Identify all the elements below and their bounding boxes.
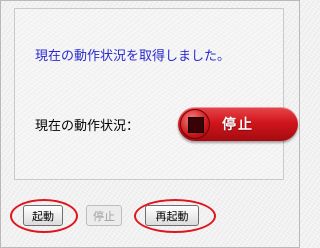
indicator-lamp-icon (180, 109, 210, 139)
stop-button[interactable]: 停止 (86, 205, 122, 226)
status-indicator: 停止 (178, 107, 298, 141)
stop-square-icon (188, 117, 204, 133)
restart-button[interactable]: 再起動 (145, 205, 199, 226)
status-panel: 現在の動作状況を取得しました。 現在の動作状況： 停止 (14, 8, 298, 180)
status-indicator-text: 停止 (222, 117, 254, 133)
start-button[interactable]: 起動 (23, 205, 63, 226)
status-message: 現在の動作状況を取得しました。 (35, 49, 231, 64)
status-label: 現在の動作状況： (35, 119, 140, 134)
